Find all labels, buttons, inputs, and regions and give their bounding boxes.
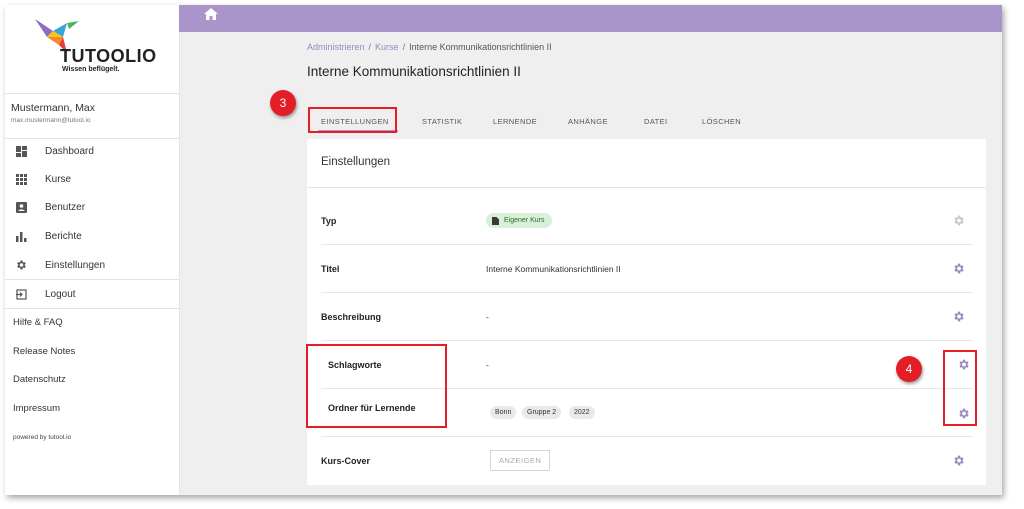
settings-row-typ: Typ Eigener Kurs — [307, 197, 986, 245]
edit-settings-gear-icon[interactable] — [952, 454, 965, 467]
nav-item-benutzer[interactable]: Benutzer — [5, 193, 179, 221]
grid-icon — [15, 173, 27, 185]
settings-row-beschreibung: Beschreibung - — [307, 293, 986, 341]
row-value: - — [486, 360, 489, 370]
divider — [307, 187, 986, 188]
document-icon — [492, 216, 499, 225]
page-title: Interne Kommunikationsrichtlinien II — [307, 64, 521, 79]
nav-item-berichte[interactable]: Berichte — [5, 222, 179, 250]
folder-chip: Bonn — [490, 406, 517, 419]
badge-label: Eigener Kurs — [504, 217, 545, 224]
nav-label: Einstellungen — [45, 259, 106, 271]
tab-datei[interactable]: Datei — [644, 117, 668, 126]
user-card-icon — [15, 201, 27, 213]
edit-settings-gear-icon[interactable] — [952, 262, 965, 275]
link-datenschutz[interactable]: Datenschutz — [13, 374, 66, 385]
edit-settings-gear-icon[interactable] — [952, 214, 965, 227]
link-impressum[interactable]: Impressum — [13, 403, 60, 414]
nav-item-logout[interactable]: Logout — [5, 280, 179, 308]
logout-icon — [15, 288, 27, 300]
tab-loeschen[interactable]: Löschen — [702, 117, 741, 126]
nav-item-dashboard[interactable]: Dashboard — [5, 137, 179, 165]
row-value: Interne Kommunikationsrichtlinien II — [486, 264, 621, 274]
annotation-callout-3: 3 — [270, 90, 296, 116]
logout-label: Logout — [45, 288, 76, 300]
settings-card: Einstellungen Typ Eigener Kurs Titel Int… — [307, 139, 986, 485]
annotation-box-labels — [306, 344, 447, 428]
breadcrumb-link-administrieren[interactable]: Administrieren — [307, 42, 365, 52]
powered-by-text: powered by tutool.io — [13, 434, 72, 441]
nav-label: Kurse — [45, 173, 72, 185]
nav-item-kurse[interactable]: Kurse — [5, 165, 179, 193]
row-label: Titel — [321, 264, 340, 274]
divider — [5, 308, 179, 309]
folder-chip: Gruppe 2 — [522, 406, 562, 419]
annotation-box-gears — [943, 350, 977, 426]
breadcrumb-separator: / — [368, 42, 372, 52]
row-label: Kurs-Cover — [321, 456, 371, 466]
brand-tagline: Wissen beflügelt. — [62, 66, 120, 73]
user-profile[interactable]: Mustermann, Max max.mustermann@tutool.io — [5, 93, 179, 139]
nav-label: Berichte — [45, 230, 82, 242]
link-hilfe-faq[interactable]: Hilfe & FAQ — [13, 317, 63, 328]
dashboard-icon — [15, 145, 27, 157]
tab-anhaenge[interactable]: Anhänge — [568, 117, 608, 126]
settings-row-kurs-cover: Kurs-Cover ANZEIGEN — [307, 437, 986, 485]
nav-item-einstellungen[interactable]: Einstellungen — [5, 251, 179, 279]
folder-chip: 2022 — [569, 406, 595, 419]
bar-chart-icon — [15, 230, 27, 242]
card-title: Einstellungen — [321, 156, 391, 168]
annotation-box-tab — [308, 107, 397, 133]
breadcrumb-link-kurse[interactable]: Kurse — [375, 42, 399, 52]
link-release-notes[interactable]: Release Notes — [13, 346, 75, 357]
user-email: max.mustermann@tutool.io — [11, 117, 91, 124]
edit-settings-gear-icon[interactable] — [952, 310, 965, 323]
row-value: - — [486, 312, 489, 322]
breadcrumb-current: Interne Kommunikationsrichtlinien II — [409, 42, 552, 52]
nav-label: Benutzer — [45, 201, 86, 213]
tab-statistik[interactable]: Statistik — [422, 117, 462, 126]
user-name: Mustermann, Max — [11, 102, 96, 114]
course-type-badge: Eigener Kurs — [486, 213, 553, 228]
breadcrumb-separator: / — [402, 42, 406, 52]
annotation-callout-4: 4 — [896, 356, 922, 382]
tab-lernende[interactable]: Lernende — [493, 117, 537, 126]
gear-icon — [15, 259, 27, 271]
nav-label: Dashboard — [45, 145, 94, 157]
home-icon[interactable] — [204, 8, 218, 20]
row-label: Typ — [321, 216, 337, 226]
sidebar: TUTOOLIO Wissen beflügelt. Mustermann, M… — [5, 5, 180, 495]
show-cover-button[interactable]: ANZEIGEN — [490, 450, 551, 471]
breadcrumb: Administrieren / Kurse / Interne Kommunikati… — [307, 42, 552, 52]
row-label: Beschreibung — [321, 312, 382, 322]
settings-row-titel: Titel Interne Kommunikationsrichtlinien … — [307, 245, 986, 293]
top-bar — [179, 5, 1002, 32]
brand-name: TUTOOLIO — [60, 46, 157, 66]
